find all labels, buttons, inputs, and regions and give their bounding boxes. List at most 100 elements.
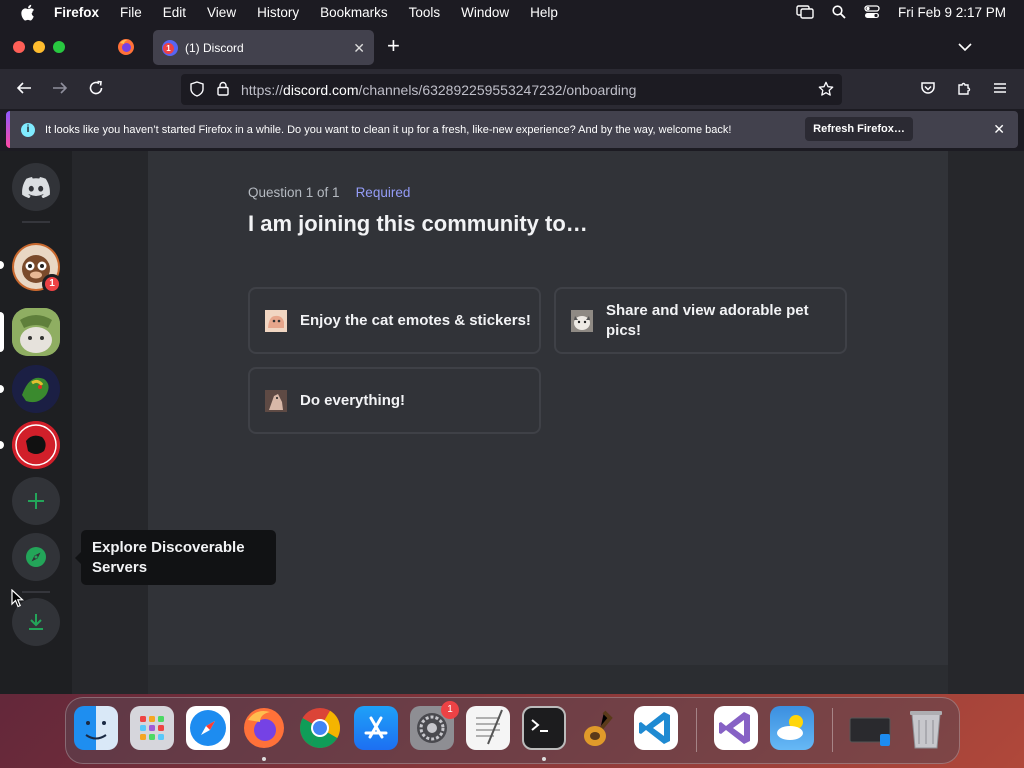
sidebar-divider [22,221,50,223]
unread-pill [0,261,4,269]
url-text: https://discord.com/channels/63289225955… [241,82,636,98]
dock-separator [832,708,833,752]
new-tab-plus-icon[interactable]: + [387,34,400,58]
option-label: Do everything! [300,391,406,409]
url-host: discord.com [283,81,359,98]
extensions-puzzle-icon[interactable] [956,80,972,101]
screen-icon[interactable] [848,706,892,750]
url-bar[interactable]: https://discord.com/channels/63289225955… [181,74,842,105]
explore-servers-tooltip: Explore Discoverable Servers [75,530,276,585]
discord-favicon-icon: 1 [162,39,178,56]
sidebar-divider [22,591,50,593]
question-title: I am joining this community to… [248,211,588,236]
visual-studio-icon[interactable] [714,706,758,750]
url-scheme: https:// [241,81,284,98]
garageband-icon[interactable] [578,706,622,750]
server-dragon-avatar[interactable] [12,365,60,413]
unread-pill [0,385,4,393]
bookmark-star-icon[interactable] [818,81,834,100]
hamburger-menu-icon[interactable] [992,80,1008,101]
running-indicator [542,757,546,761]
tab-strip: 1 (1) Discord ✕ + [0,24,1024,69]
add-server-plus-icon[interactable] [12,477,60,525]
refresh-firefox-button[interactable]: Refresh Firefox… [805,117,913,141]
onboarding-footer [148,665,948,694]
menu-tools[interactable]: Tools [409,5,441,20]
question-counter: Question 1 of 1 [248,185,340,200]
trash-icon[interactable] [904,706,948,750]
firefox-window: 1 (1) Discord ✕ + https://discord.com/ch… [0,24,1024,694]
list-all-tabs-chevron-icon[interactable] [958,39,972,57]
right-gutter [948,151,1024,694]
required-label: Required [355,185,411,200]
cat-photo-icon [571,309,593,332]
tracking-protection-shield-icon[interactable] [190,81,204,100]
menu-edit[interactable]: Edit [163,5,186,20]
finder-icon[interactable] [74,706,118,750]
spotlight-search-icon[interactable] [832,5,846,19]
macos-menu-bar: Firefox File Edit View History Bookmarks… [0,0,1024,24]
server-cat-avatar[interactable] [12,308,60,356]
option-do-everything[interactable]: Do everything! [248,367,541,434]
cat-meme-icon [265,389,287,412]
menu-file[interactable]: File [120,5,142,20]
pocket-icon[interactable] [920,80,936,101]
weather-icon[interactable] [770,706,814,750]
server-red-avatar[interactable] [12,421,60,469]
option-pet-pics[interactable]: Share and view adorable pet pics! [554,287,847,354]
firefox-dock-icon[interactable] [242,706,286,750]
menubar-clock[interactable]: Fri Feb 9 2:17 PM [898,5,1006,20]
notification-close-icon[interactable]: ✕ [993,121,1005,138]
menu-window[interactable]: Window [461,5,509,20]
cat-emoji-icon [265,309,287,332]
left-gutter [72,151,148,694]
running-indicator [262,757,266,761]
window-minimize-button[interactable] [33,41,45,53]
info-icon: i [21,122,35,137]
firefox-view-icon[interactable] [117,38,135,61]
menu-help[interactable]: Help [530,5,558,20]
option-label: Enjoy the cat emotes & stickers! [300,311,531,329]
back-arrow-icon[interactable] [16,80,32,101]
padlock-icon[interactable] [217,81,229,99]
server-mention-badge: 1 [42,274,62,294]
menu-app-name[interactable]: Firefox [54,5,99,20]
settings-update-badge: 1 [441,701,459,719]
mouse-cursor-icon [11,588,25,613]
apple-menu-icon[interactable] [20,4,36,21]
menu-bookmarks[interactable]: Bookmarks [320,5,388,20]
forward-arrow-icon[interactable] [52,80,68,101]
screen-mirroring-icon[interactable] [796,5,814,19]
discord-app: 1 Question 1 of 1 Required I am joining … [0,151,1024,694]
launchpad-icon[interactable] [130,706,174,750]
window-zoom-button[interactable] [53,41,65,53]
navigation-toolbar: https://discord.com/channels/63289225955… [0,69,1024,109]
option-cat-emotes[interactable]: Enjoy the cat emotes & stickers! [248,287,541,354]
dock-separator [696,708,697,752]
safari-icon[interactable] [186,706,230,750]
control-center-icon[interactable] [864,5,880,19]
unread-pill [0,441,4,449]
reload-icon[interactable] [88,80,104,101]
tab-close-icon[interactable]: ✕ [353,40,365,57]
vscode-icon[interactable] [634,706,678,750]
menu-history[interactable]: History [257,5,299,20]
selected-server-pill [0,312,4,352]
tab-notification-badge: 1 [163,42,174,54]
explore-servers-compass-icon[interactable] [12,533,60,581]
notification-message: It looks like you haven’t started Firefo… [45,123,732,136]
textedit-icon[interactable] [466,706,510,750]
app-store-icon[interactable] [354,706,398,750]
macos-dock: 1 [65,697,960,764]
question-meta: Question 1 of 1 Required [248,185,410,200]
option-label: Share and view adorable pet pics! [606,301,809,339]
discord-home-icon[interactable] [12,163,60,211]
menu-view[interactable]: View [207,5,236,20]
chrome-icon[interactable] [298,706,342,750]
refresh-firefox-notification: i It looks like you haven’t started Fire… [6,111,1018,148]
terminal-icon[interactable] [522,706,566,750]
window-close-button[interactable] [13,41,25,53]
url-path: /channels/632892259553247232/onboarding [358,81,637,98]
tab-discord[interactable]: 1 (1) Discord ✕ [153,30,374,65]
tab-title: (1) Discord [185,40,244,55]
